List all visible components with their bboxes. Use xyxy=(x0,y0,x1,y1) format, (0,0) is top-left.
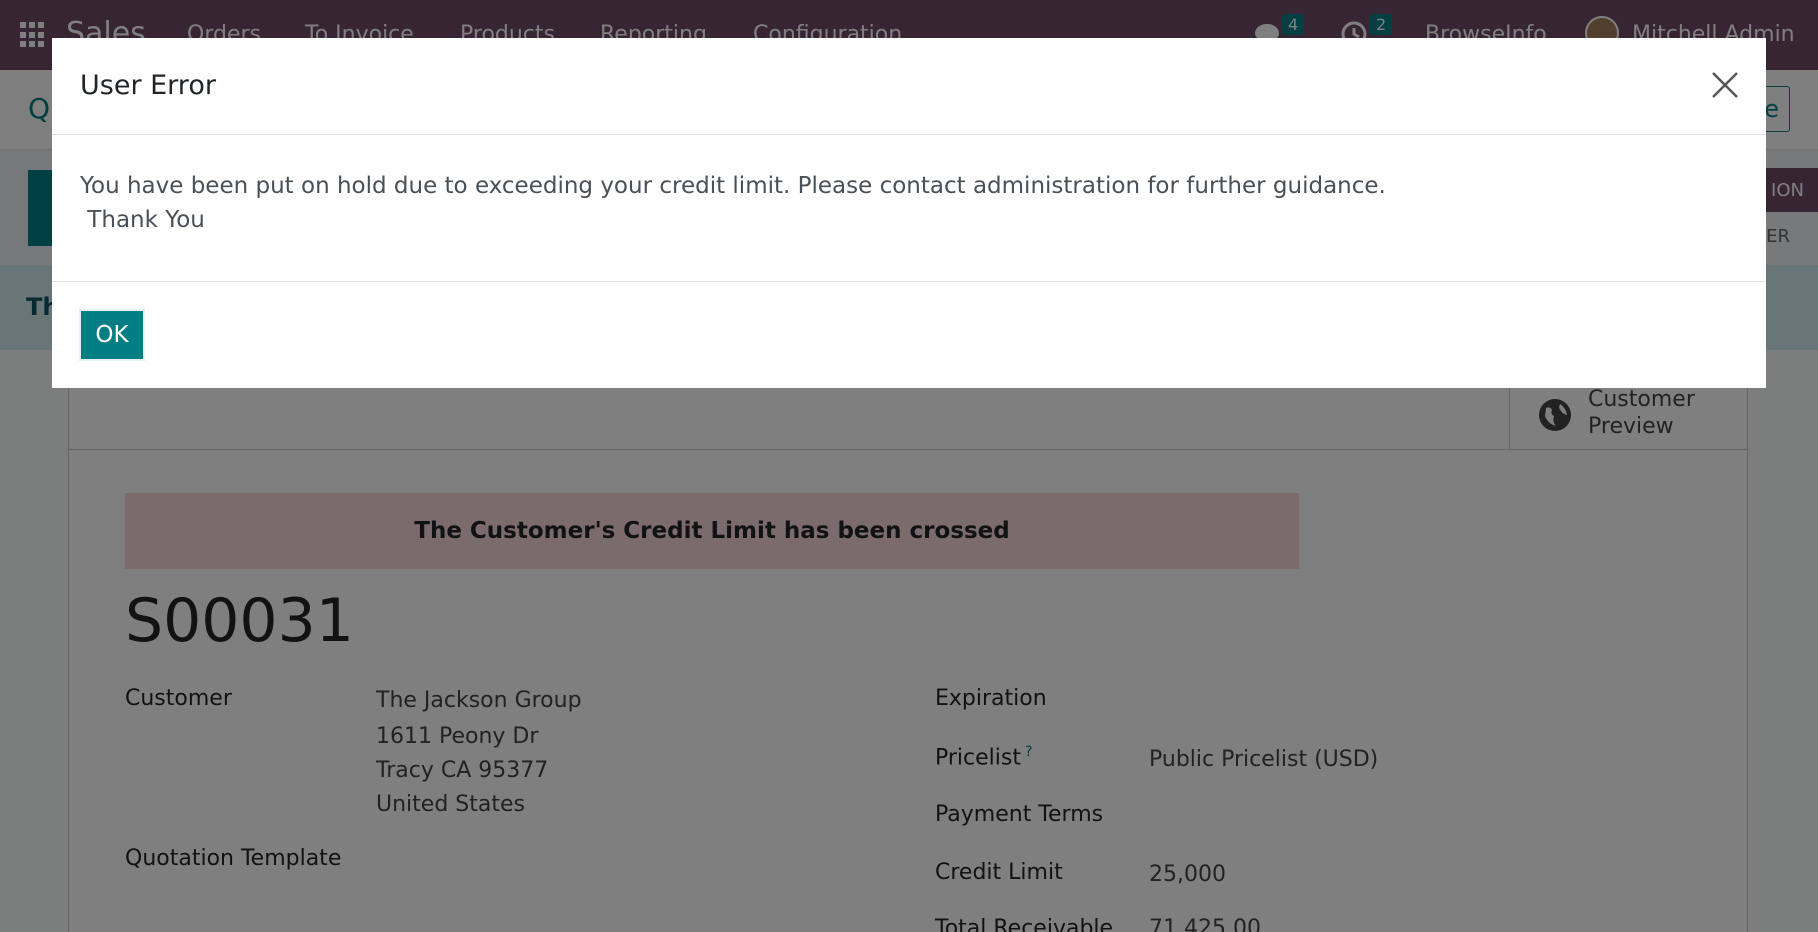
ok-button[interactable]: OK xyxy=(79,309,145,361)
user-error-dialog: User Error You have been put on hold due… xyxy=(52,38,1766,388)
dialog-footer xyxy=(52,282,1766,388)
dialog-message-line-2: Thank You xyxy=(80,207,205,233)
dialog-title: User Error xyxy=(80,70,216,101)
dialog-message-line-1: You have been put on hold due to exceedi… xyxy=(80,173,1386,199)
dialog-body: You have been put on hold due to exceedi… xyxy=(52,135,1766,282)
close-icon[interactable] xyxy=(1710,70,1740,100)
dialog-header: User Error xyxy=(52,38,1766,135)
